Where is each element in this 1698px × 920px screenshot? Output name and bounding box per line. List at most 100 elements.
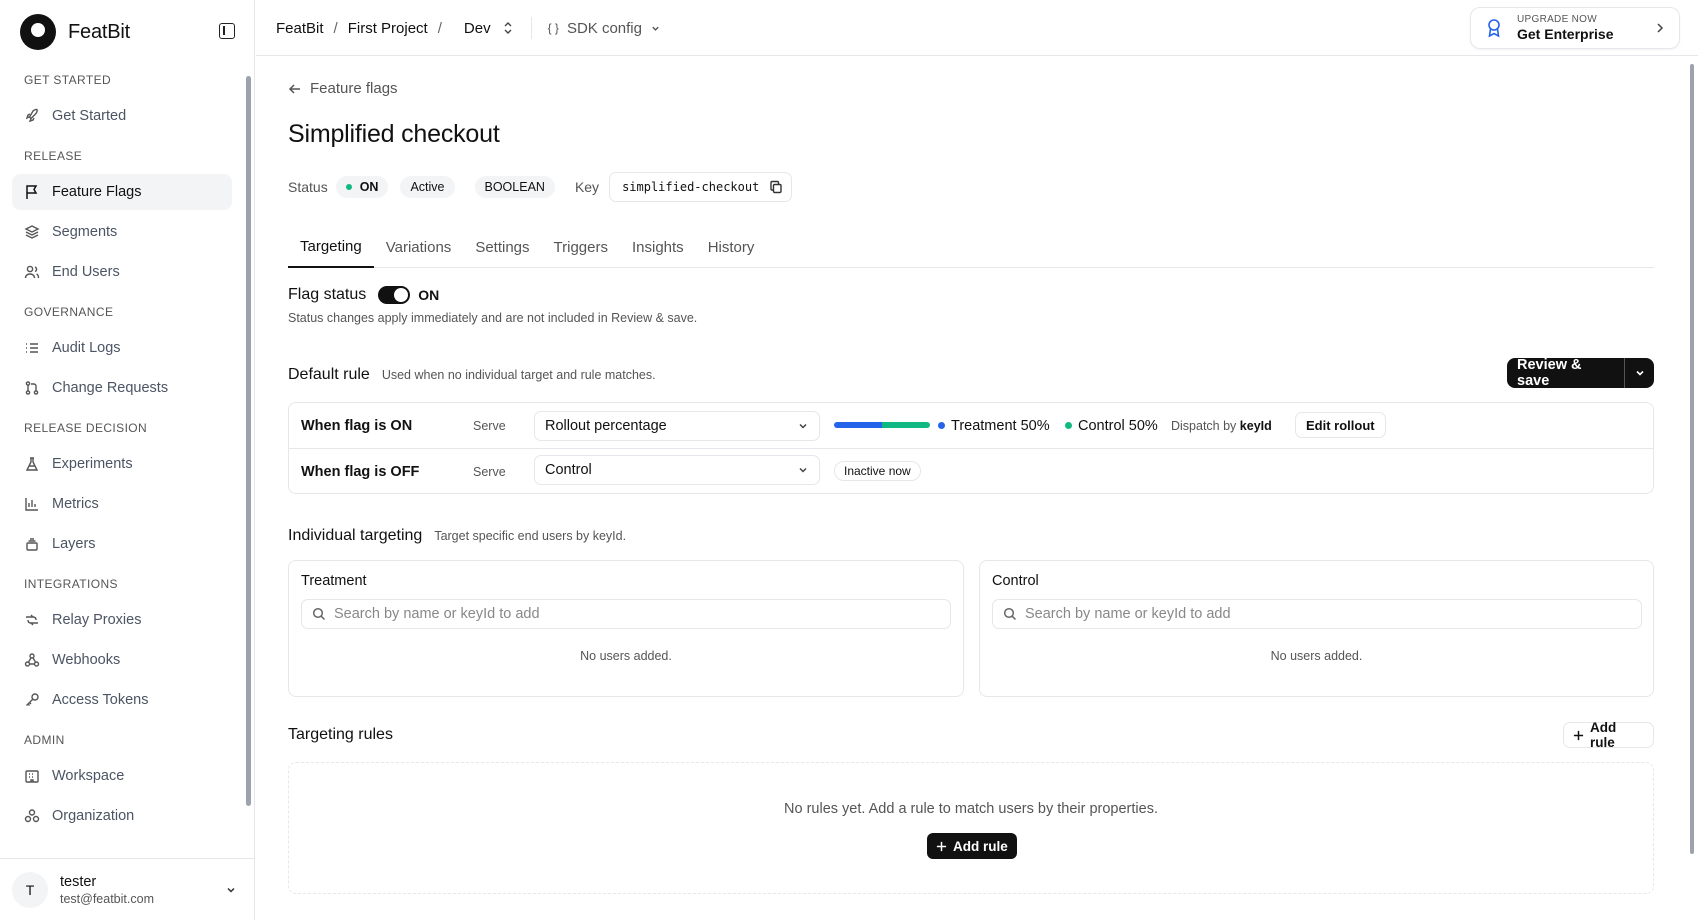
edit-rollout-button[interactable]: Edit rollout [1295,412,1386,438]
relay-icon [24,612,40,628]
serve-select-off[interactable]: Control [534,455,820,485]
tab-triggers[interactable]: Triggers [542,226,620,268]
search-icon [312,607,326,621]
search-input-treatment[interactable]: Search by name or keyId to add [301,599,951,629]
individual-card-control: Control Search by name or keyId to add N… [979,560,1654,697]
sidebar-item-end-users[interactable]: End Users [12,254,232,290]
tab-variations[interactable]: Variations [374,226,464,268]
add-rule-button[interactable]: Add rule [1563,720,1654,750]
rule-row-label: When flag is ON [301,417,413,434]
tab-insights[interactable]: Insights [620,226,696,268]
rollout-legend-label: Control 50% [1078,417,1158,434]
rules-empty-state: No rules yet. Add a rule to match users … [288,762,1654,894]
tab-history[interactable]: History [696,226,767,268]
sidebar: FeatBit GET STARTED Get Started RELEASE … [0,0,255,920]
flag-status-label: Flag status [288,286,367,303]
sidebar-item-audit-logs[interactable]: Audit Logs [12,330,232,366]
rollout-bar [834,422,930,428]
sidebar-item-label: Feature Flags [52,184,142,200]
individual-targeting-subtitle: Target specific end users by keyId. [434,529,627,543]
individual-targeting-header: Individual targeting Target specific end… [288,527,626,545]
layers-stack-icon [24,536,40,552]
search-placeholder: Search by name or keyId to add [1025,606,1231,622]
sidebar-item-label: Workspace [52,768,125,784]
brand[interactable]: FeatBit [20,14,130,50]
add-rule-primary-button[interactable]: Add rule [927,833,1017,859]
environment-selector[interactable]: Dev [456,20,513,37]
tab-settings[interactable]: Settings [463,226,541,268]
sidebar-item-layers[interactable]: Layers [12,526,232,562]
divider [530,17,532,39]
back-link-label: Feature flags [310,80,398,97]
sidebar-item-experiments[interactable]: Experiments [12,446,232,482]
rollout-legend-control: Control 50% [1065,418,1158,434]
flag-status-toggle[interactable] [378,286,411,304]
organization-icon [24,808,40,824]
sidebar-item-label: Experiments [52,456,133,472]
card-title: Control [992,573,1039,589]
flag-key-field[interactable]: simplified-checkout [609,172,793,202]
sidebar-item-label: Audit Logs [52,340,121,356]
individual-targeting-title: Individual targeting [288,527,423,544]
sidebar-item-metrics[interactable]: Metrics [12,486,232,522]
sdk-config-label: SDK config [566,19,642,37]
breadcrumb-project[interactable]: First Project [348,20,428,37]
page-title: Simplified checkout [288,120,500,148]
plus-icon [1573,730,1584,741]
sidebar-item-relay-proxies[interactable]: Relay Proxies [12,602,232,638]
serve-label: Serve [473,465,506,479]
main-scrollbar[interactable] [1690,64,1694,854]
review-save-button-group: Review & save [1507,357,1654,389]
sidebar-item-get-started[interactable]: Get Started [12,98,232,134]
sidebar-item-change-requests[interactable]: Change Requests [12,370,232,406]
environment-label: Dev [463,19,491,37]
search-icon [1003,607,1017,621]
user-menu[interactable]: T tester test@featbit.com [0,858,255,920]
key-label: Key [574,179,600,195]
rollout-legend-label: Treatment 50% [951,417,1050,434]
sidebar-item-organization[interactable]: Organization [12,798,232,834]
sidebar-item-label: Access Tokens [52,692,149,708]
sidebar-collapse-icon[interactable] [219,23,235,39]
sidebar-item-workspace[interactable]: Workspace [12,758,232,794]
sidebar-item-segments[interactable]: Segments [12,214,232,250]
search-input-control[interactable]: Search by name or keyId to add [992,599,1642,629]
section-label: INTEGRATIONS [24,577,118,591]
dispatch-prefix: Dispatch by [1171,418,1237,433]
main-content: Feature flags Simplified checkout Status… [288,56,1654,920]
tab-targeting[interactable]: Targeting [288,226,374,268]
search-placeholder: Search by name or keyId to add [334,606,540,622]
sidebar-scrollbar[interactable] [246,76,251,806]
section-label: ADMIN [24,733,65,747]
flag-key-value: simplified-checkout [622,180,760,194]
featbit-logo-icon [20,14,56,50]
status-badge: ON [335,176,389,198]
empty-users-text: No users added. [580,649,672,663]
default-rule-box: When flag is ON Serve Rollout percentage… [288,402,1654,494]
card-title: Treatment [301,573,367,589]
review-save-dropdown-button[interactable] [1625,358,1654,388]
git-pull-request-icon [24,380,40,396]
bar-chart-icon [24,496,40,512]
breadcrumb-separator: / [333,19,338,37]
upgrade-button[interactable]: UPGRADE NOW Get Enterprise [1470,7,1680,49]
sidebar-item-webhooks[interactable]: Webhooks [12,642,232,678]
flag-status: Flag status ON [288,286,439,304]
copy-icon[interactable] [769,180,783,194]
avatar: T [12,871,48,908]
review-save-button[interactable]: Review & save [1507,357,1626,389]
serve-select-value: Rollout percentage [545,418,667,434]
chevron-down-icon [225,883,237,899]
key-icon [24,692,40,708]
chevron-down-icon [797,464,809,480]
chevron-up-down-icon [503,21,513,35]
sdk-config-button[interactable]: { } SDK config [548,20,661,37]
back-link[interactable]: Feature flags [288,80,398,97]
list-icon [24,340,40,356]
sidebar-item-label: End Users [52,264,120,280]
serve-select-value: Control [545,462,592,478]
sidebar-item-feature-flags[interactable]: Feature Flags [12,174,232,210]
sidebar-item-access-tokens[interactable]: Access Tokens [12,682,232,718]
serve-select-on[interactable]: Rollout percentage [534,411,820,441]
breadcrumb-workspace[interactable]: FeatBit [276,20,324,37]
